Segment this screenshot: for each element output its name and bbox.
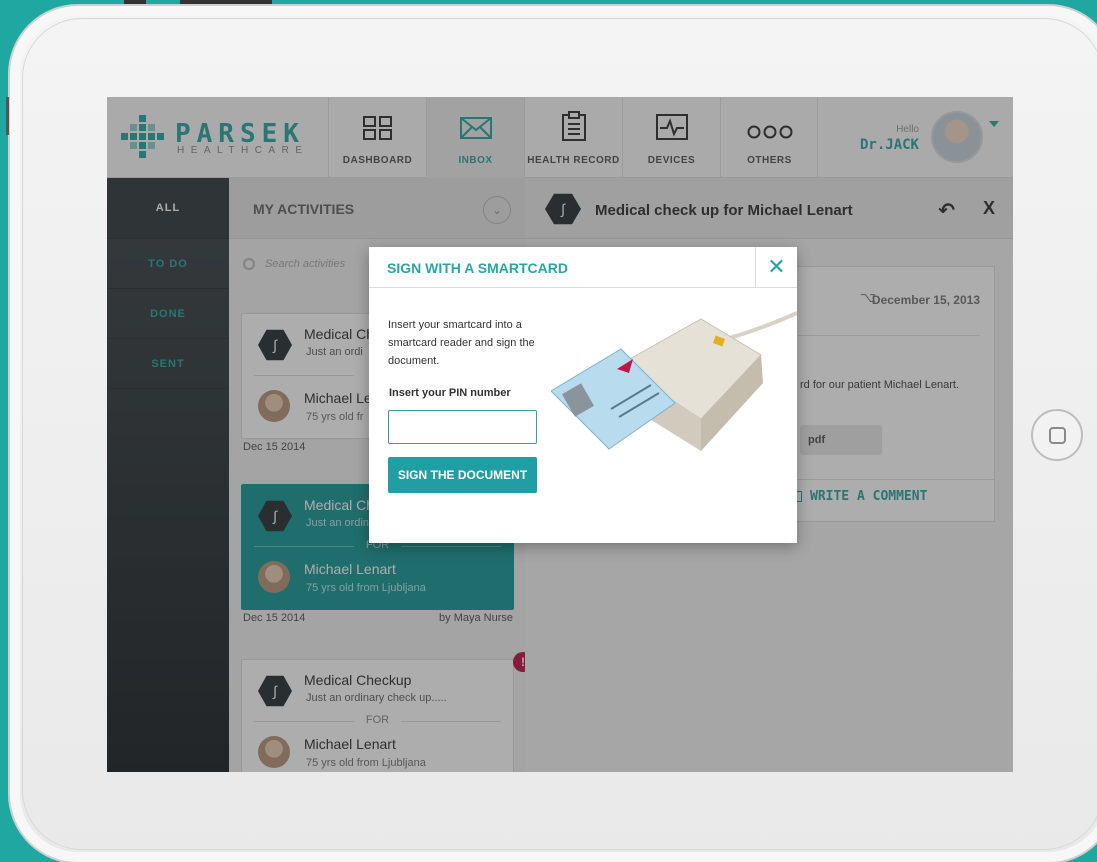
- tablet-home-button[interactable]: [1031, 409, 1083, 461]
- smartcard-reader-illustration: [551, 311, 797, 451]
- tablet-side-switch: [6, 97, 9, 135]
- smartcard-modal: SIGN WITH A SMARTCARD ✕ Insert your smar…: [369, 247, 797, 543]
- close-icon[interactable]: ✕: [755, 247, 797, 288]
- pin-input[interactable]: [388, 410, 537, 444]
- modal-header: SIGN WITH A SMARTCARD ✕: [369, 247, 797, 288]
- app-screen: PARSEK HEALTHCARE DASHBOARD INBOX HEALTH…: [107, 97, 1013, 772]
- home-square-icon: [1049, 427, 1066, 444]
- modal-title: SIGN WITH A SMARTCARD: [387, 260, 568, 276]
- pin-label: Insert your PIN number: [389, 387, 511, 399]
- sign-document-button[interactable]: SIGN THE DOCUMENT: [388, 457, 537, 493]
- modal-instructions: Insert your smartcard into a smartcard r…: [388, 319, 535, 367]
